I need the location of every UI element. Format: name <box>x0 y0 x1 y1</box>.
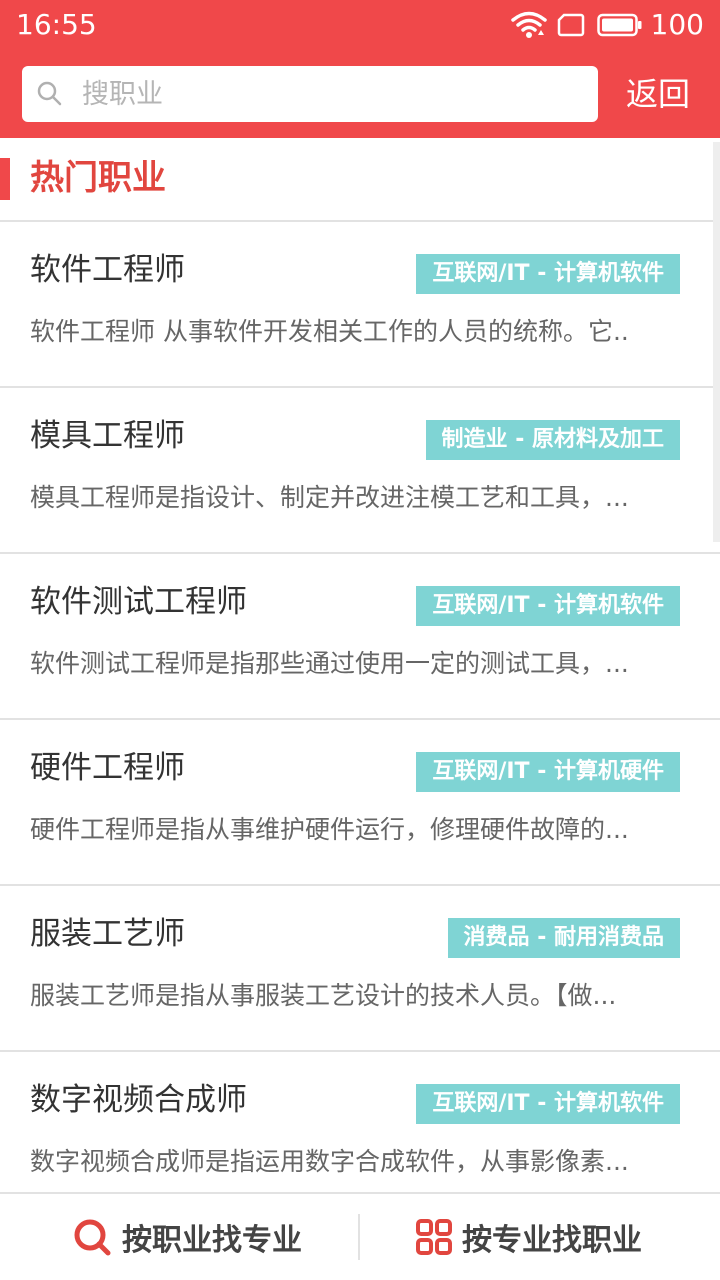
top-bar: 16:55 100 搜职业 返回 <box>0 0 720 138</box>
career-description: 硬件工程师是指从事维护硬件运行，修理硬件故障的... <box>30 815 629 844</box>
search-box[interactable] <box>22 66 598 122</box>
bottom-nav: 按职业找专业 按专业找职业 <box>0 1192 720 1280</box>
search-input[interactable] <box>82 66 582 122</box>
major-to-career-label: 按专业找职业 <box>462 1223 642 1258</box>
career-description: 软件测试工程师是指那些通过使用一定的测试工具，... <box>30 649 629 678</box>
career-item[interactable]: 软件测试工程师 互联网/IT - 计算机软件 软件测试工程师是指那些通过使用一定… <box>0 554 720 720</box>
status-time: 16:55 <box>16 8 97 41</box>
back-button[interactable]: 返回 <box>610 66 706 122</box>
career-description: 数字视频合成师是指运用数字合成软件，从事影像素... <box>30 1147 629 1176</box>
status-bar: 16:55 100 <box>0 0 720 50</box>
career-description: 模具工程师是指设计、制定并改进注模工艺和工具，... <box>30 483 629 512</box>
career-item[interactable]: 软件工程师 互联网/IT - 计算机软件 软件工程师 从事软件开发相关工作的人员… <box>0 222 720 388</box>
search-icon <box>72 1217 112 1257</box>
section-title: 热门职业 <box>30 158 166 198</box>
career-to-major-label: 按职业找专业 <box>122 1223 302 1258</box>
wifi-icon <box>510 10 547 40</box>
career-category-tag: 互联网/IT - 计算机软件 <box>416 254 680 294</box>
career-name: 模具工程师 <box>30 418 185 454</box>
career-description: 服装工艺师是指从事服装工艺设计的技术人员。【做... <box>30 981 617 1010</box>
career-name: 硬件工程师 <box>30 750 185 786</box>
career-description: 软件工程师 从事软件开发相关工作的人员的统称。它.. <box>30 317 629 346</box>
battery-level: 100 <box>650 8 704 41</box>
career-to-major-button[interactable]: 按职业找专业 <box>72 1194 302 1280</box>
career-list: 软件工程师 互联网/IT - 计算机软件 软件工程师 从事软件开发相关工作的人员… <box>0 222 720 1218</box>
search-icon <box>36 80 64 112</box>
grid-icon <box>416 1219 452 1255</box>
section-header: 热门职业 <box>0 138 720 222</box>
career-item[interactable]: 硬件工程师 互联网/IT - 计算机硬件 硬件工程师是指从事维护硬件运行，修理硬… <box>0 720 720 886</box>
list-scrollbar[interactable] <box>713 142 720 542</box>
career-name: 服装工艺师 <box>30 916 185 952</box>
career-item[interactable]: 模具工程师 制造业 - 原材料及加工 模具工程师是指设计、制定并改进注模工艺和工… <box>0 388 720 554</box>
career-category-tag: 互联网/IT - 计算机软件 <box>416 1084 680 1124</box>
career-name: 数字视频合成师 <box>30 1082 247 1118</box>
nav-divider <box>358 1214 360 1260</box>
career-name: 软件工程师 <box>30 252 185 288</box>
career-category-tag: 消费品 - 耐用消费品 <box>447 918 680 958</box>
sim-card-icon <box>557 13 585 37</box>
career-name: 软件测试工程师 <box>30 584 247 620</box>
career-category-tag: 制造业 - 原材料及加工 <box>425 420 680 460</box>
career-category-tag: 互联网/IT - 计算机软件 <box>416 586 680 626</box>
major-to-career-button[interactable]: 按专业找职业 <box>416 1194 642 1280</box>
battery-icon <box>596 13 643 37</box>
status-icons: 100 <box>510 8 704 42</box>
section-accent-bar <box>0 158 10 200</box>
career-category-tag: 互联网/IT - 计算机硬件 <box>416 752 680 792</box>
career-item[interactable]: 服装工艺师 消费品 - 耐用消费品 服装工艺师是指从事服装工艺设计的技术人员。【… <box>0 886 720 1052</box>
